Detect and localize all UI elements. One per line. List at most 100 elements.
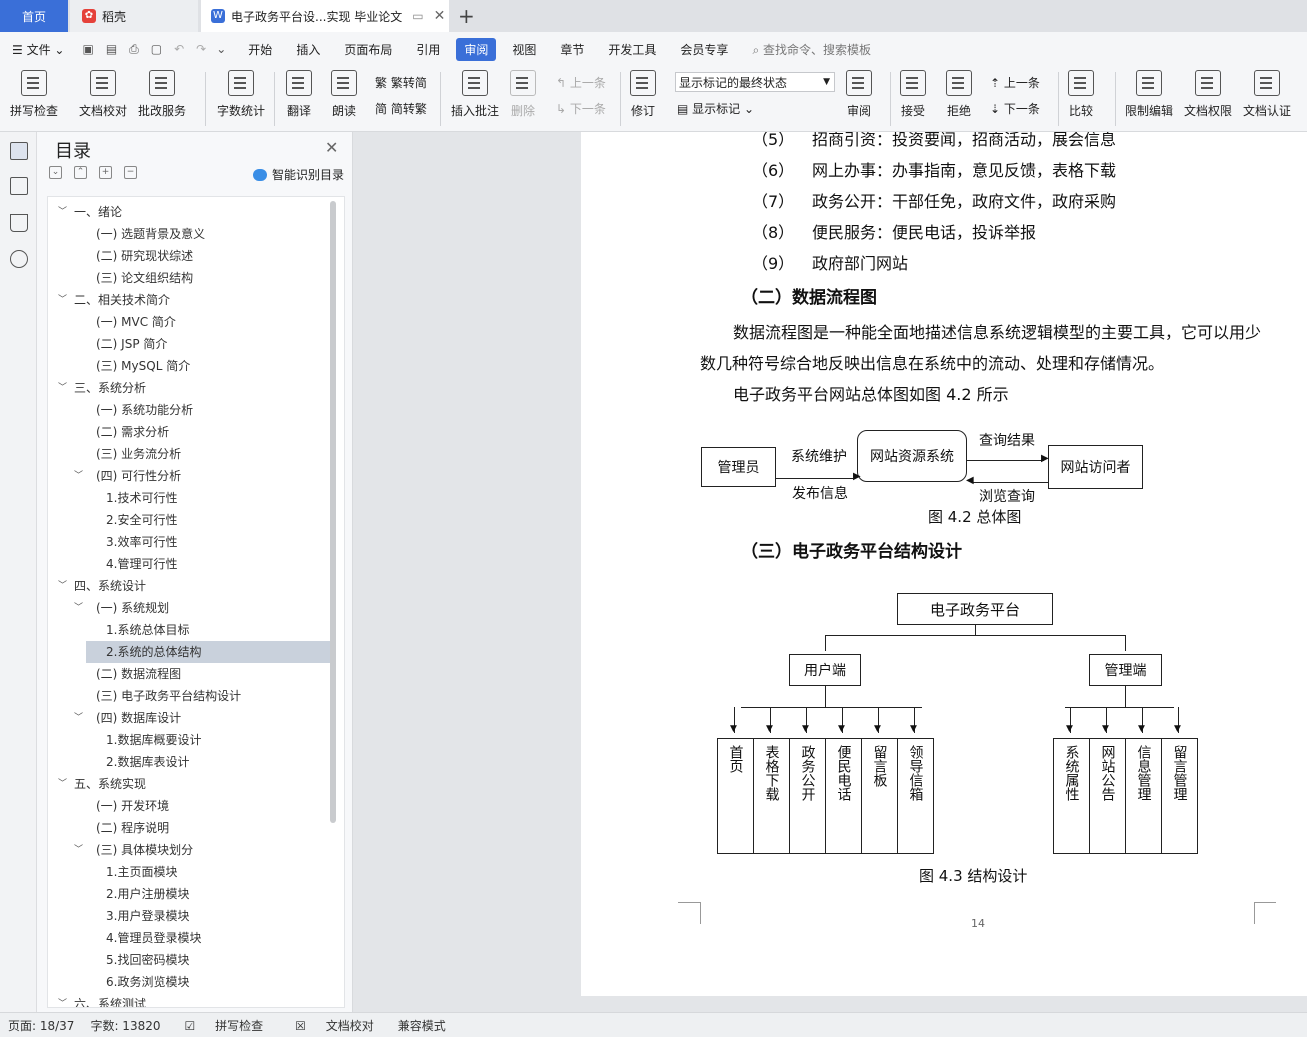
next-change-button[interactable]: ⇣ 下一条 (990, 100, 1040, 117)
chevron-down-icon[interactable]: ﹀ (74, 465, 83, 487)
status-spell-check[interactable]: ☑ 拼写检查 (177, 1017, 272, 1034)
status-proofread[interactable]: ☒ 文档校对 (287, 1017, 382, 1034)
expand-all-icon[interactable]: ⌃ (74, 166, 87, 179)
toc-item[interactable]: 1.系统总体目标 (48, 619, 330, 641)
toc-item[interactable]: ﹀ (四) 可行性分析 (48, 465, 330, 487)
show-markup-button[interactable]: ▤ 显示标记 ⌄ (677, 100, 754, 117)
simp-to-trad-button[interactable]: 简 简转繁 (375, 100, 427, 117)
toc-item[interactable]: (二) 研究现状综述 (48, 245, 330, 267)
toc-item[interactable]: 3.用户登录模块 (48, 905, 330, 927)
toc-item[interactable]: ﹀ (一) 系统规划 (48, 597, 330, 619)
toc-item[interactable]: 2.数据库表设计 (48, 751, 330, 773)
toc-item[interactable]: ﹀ (三) 具体模块划分 (48, 839, 330, 861)
toc-item[interactable]: ﹀ 四、系统设计 (48, 575, 330, 597)
remove-level-icon[interactable]: − (124, 166, 137, 179)
compare-button[interactable]: 比较 (1068, 70, 1094, 119)
chevron-down-icon[interactable]: ﹀ (74, 597, 83, 619)
batch-service-button[interactable]: 批改服务 (138, 70, 186, 119)
toc-item[interactable]: 1.数据库概要设计 (48, 729, 330, 751)
toc-panel-icon[interactable] (10, 142, 28, 160)
menu-reference[interactable]: 引用 (404, 41, 452, 58)
word-count-indicator[interactable]: 字数: 13820 (90, 1017, 160, 1034)
toc-item[interactable]: (一) 选题背景及意义 (48, 223, 330, 245)
document-page[interactable]: （5） 招商引资：投资要闻，招商活动，展会信息 （6） 网上办事：办事指南，意见反馈，… (581, 132, 1307, 996)
command-search[interactable]: ⌕ 查找命令、搜索模板 (740, 41, 883, 58)
toc-item[interactable]: 6.政务浏览模块 (48, 971, 330, 993)
toc-item[interactable]: (二) 程序说明 (48, 817, 330, 839)
doc-cert-button[interactable]: 文档认证 (1243, 70, 1291, 119)
toc-item[interactable]: 1.主页面模块 (48, 861, 330, 883)
tab-document[interactable]: W 电子政务平台设...实现 毕业论文 ▭ ✕ (201, 0, 449, 32)
accept-button[interactable]: 接受 (900, 70, 926, 119)
menu-devtools[interactable]: 开发工具 (596, 41, 668, 58)
bookmark-icon[interactable] (10, 214, 28, 232)
chevron-down-icon[interactable]: ﹀ (58, 377, 67, 399)
chevron-down-icon[interactable]: ﹀ (58, 201, 67, 223)
toc-item[interactable]: ﹀ 一、绪论 (48, 201, 330, 223)
save-icon[interactable]: ▣ (76, 42, 99, 56)
toc-item[interactable]: 5.找回密码模块 (48, 949, 330, 971)
toc-item[interactable]: (三) MySQL 简介 (48, 355, 330, 377)
export-icon[interactable]: ▤ (100, 42, 123, 56)
menu-view[interactable]: 视图 (500, 41, 548, 58)
toc-item[interactable]: 2.用户注册模块 (48, 883, 330, 905)
restrict-edit-button[interactable]: 限制编辑 (1125, 70, 1173, 119)
menu-file[interactable]: ☰ 文件 ⌄ (0, 41, 76, 58)
monitor-icon[interactable]: ▭ (412, 9, 423, 23)
toc-item[interactable]: 4.管理可行性 (48, 553, 330, 575)
proofread-button[interactable]: 文档校对 (79, 70, 127, 119)
new-tab-icon[interactable]: + (458, 0, 475, 32)
menu-member[interactable]: 会员专享 (668, 41, 740, 58)
next-comment-button[interactable]: ↳ 下一条 (556, 100, 606, 117)
toc-item[interactable]: (三) 电子政务平台结构设计 (48, 685, 330, 707)
menu-chapter[interactable]: 章节 (548, 41, 596, 58)
review-pane-button[interactable]: 审阅 (846, 70, 872, 119)
chevron-down-icon[interactable]: ﹀ (58, 993, 67, 1007)
toc-item[interactable]: ﹀ 二、相关技术简介 (48, 289, 330, 311)
translate-button[interactable]: 翻译 (286, 70, 312, 119)
toc-item[interactable]: 1.技术可行性 (48, 487, 330, 509)
prev-change-button[interactable]: ⇡ 上一条 (990, 74, 1040, 91)
collapse-all-icon[interactable]: ⌄ (49, 166, 62, 179)
doc-rights-button[interactable]: 文档权限 (1184, 70, 1232, 119)
print-icon[interactable]: ⎙ (123, 42, 145, 57)
close-tab-icon[interactable]: ✕ (434, 8, 446, 24)
quick-access-more-icon[interactable]: ⌄ (212, 42, 236, 56)
page-indicator[interactable]: 页面: 18/37 (8, 1017, 74, 1034)
toc-item[interactable]: ﹀ 三、系统分析 (48, 377, 330, 399)
toc-item[interactable]: ﹀ 五、系统实现 (48, 773, 330, 795)
trad-to-simp-button[interactable]: 繁 繁转简 (375, 74, 427, 91)
insert-comment-button[interactable]: 插入批注 (451, 70, 499, 119)
redo-icon[interactable]: ↷ (190, 42, 212, 56)
track-changes-button[interactable]: 修订 (630, 70, 656, 119)
toc-item[interactable]: 2.系统的总体结构 (86, 641, 330, 663)
spell-check-button[interactable]: 拼写检查 (10, 70, 58, 119)
delete-comment-button[interactable]: 删除 (510, 70, 536, 119)
prev-comment-button[interactable]: ↰ 上一条 (556, 74, 606, 91)
toc-item[interactable]: (三) 业务流分析 (48, 443, 330, 465)
close-icon[interactable]: ✕ (325, 138, 338, 157)
markup-state-select[interactable]: 显示标记的最终状态 ▼ (675, 72, 835, 92)
tab-home[interactable]: 首页 (0, 0, 68, 32)
add-level-icon[interactable]: + (99, 166, 112, 179)
menu-layout[interactable]: 页面布局 (332, 41, 404, 58)
chevron-down-icon[interactable]: ﹀ (74, 707, 83, 729)
toc-item[interactable]: ﹀ (四) 数据库设计 (48, 707, 330, 729)
reject-button[interactable]: 拒绝 (946, 70, 972, 119)
toc-item[interactable]: (一) 开发环境 (48, 795, 330, 817)
read-aloud-button[interactable]: 朗读 (331, 70, 357, 119)
toc-scrollbar[interactable] (330, 201, 336, 823)
smart-toc-button[interactable]: 智能识别目录 (253, 166, 344, 183)
chevron-down-icon[interactable]: ﹀ (58, 575, 67, 597)
toc-item[interactable]: (二) 需求分析 (48, 421, 330, 443)
toc-item[interactable]: (二) 数据流程图 (48, 663, 330, 685)
menu-start[interactable]: 开始 (236, 41, 284, 58)
preview-icon[interactable]: ▢ (145, 42, 168, 56)
toc-item[interactable]: (一) 系统功能分析 (48, 399, 330, 421)
word-count-button[interactable]: 字数统计 (217, 70, 265, 119)
toc-item[interactable]: (二) JSP 简介 (48, 333, 330, 355)
undo-icon[interactable]: ↶ (168, 42, 190, 56)
tab-daoke[interactable]: ✿ 稻壳 (70, 0, 198, 32)
toc-item[interactable]: 3.效率可行性 (48, 531, 330, 553)
toc-item[interactable]: 2.安全可行性 (48, 509, 330, 531)
